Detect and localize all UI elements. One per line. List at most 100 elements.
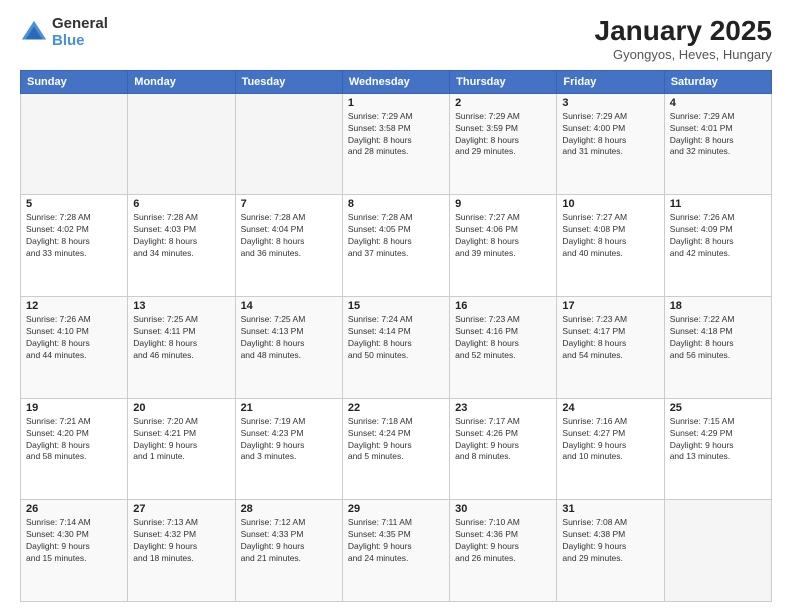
day-info: Sunrise: 7:29 AM Sunset: 4:01 PM Dayligh… [670,111,766,159]
table-row: 5Sunrise: 7:28 AM Sunset: 4:02 PM Daylig… [21,195,128,297]
day-info: Sunrise: 7:10 AM Sunset: 4:36 PM Dayligh… [455,517,551,565]
day-number: 26 [26,503,122,515]
col-wednesday: Wednesday [342,70,449,93]
day-info: Sunrise: 7:28 AM Sunset: 4:03 PM Dayligh… [133,212,229,260]
day-info: Sunrise: 7:28 AM Sunset: 4:05 PM Dayligh… [348,212,444,260]
day-info: Sunrise: 7:25 AM Sunset: 4:13 PM Dayligh… [241,314,337,362]
main-title: January 2025 [595,16,772,47]
table-row: 23 Sunrise: 7:17 AM Sunset: 4:26 PM Dayli… [450,398,557,500]
day-info: Sunrise: 7:20 AM Sunset: 4:21 PM Dayligh… [133,416,229,464]
day-number: 30 [455,503,551,515]
table-row [21,93,128,195]
day-number: 9 [455,198,551,210]
calendar-week-row: 26 Sunrise: 7:14 AM Sunset: 4:30 PM Dayli… [21,500,772,602]
table-row: 2 Sunrise: 7:29 AM Sunset: 3:59 PM Daylig… [450,93,557,195]
day-number: 19 [26,402,122,414]
day-info: Sunrise: 7:29 AM Sunset: 4:00 PM Dayligh… [562,111,658,159]
table-row: 29 Sunrise: 7:11 AM Sunset: 4:35 PM Dayli… [342,500,449,602]
title-block: January 2025 Gyongyos, Heves, Hungary [595,16,772,62]
day-info: Sunrise: 7:29 AM Sunset: 3:59 PM Dayligh… [455,111,551,159]
day-info: Sunrise: 7:22 AM Sunset: 4:18 PM Dayligh… [670,314,766,362]
day-number: 14 [241,300,337,312]
day-number: 10 [562,198,658,210]
col-saturday: Saturday [664,70,771,93]
day-info: Sunrise: 7:24 AM Sunset: 4:14 PM Dayligh… [348,314,444,362]
table-row: 9 Sunrise: 7:27 AM Sunset: 4:06 PM Daylig… [450,195,557,297]
day-info: Sunrise: 7:27 AM Sunset: 4:06 PM Dayligh… [455,212,551,260]
day-number: 4 [670,97,766,109]
subtitle: Gyongyos, Heves, Hungary [595,47,772,62]
day-number: 31 [562,503,658,515]
calendar-header-row: Sunday Monday Tuesday Wednesday Thursday… [21,70,772,93]
col-tuesday: Tuesday [235,70,342,93]
day-number: 25 [670,402,766,414]
table-row [664,500,771,602]
col-thursday: Thursday [450,70,557,93]
logo-blue-text: Blue [52,33,108,50]
day-number: 23 [455,402,551,414]
table-row: 21Sunrise: 7:19 AM Sunset: 4:23 PM Dayli… [235,398,342,500]
table-row: 30 Sunrise: 7:10 AM Sunset: 4:36 PM Dayli… [450,500,557,602]
day-info: Sunrise: 7:26 AM Sunset: 4:09 PM Dayligh… [670,212,766,260]
day-number: 12 [26,300,122,312]
day-number: 15 [348,300,444,312]
calendar-week-row: 1Sunrise: 7:29 AM Sunset: 3:58 PM Daylig… [21,93,772,195]
day-number: 24 [562,402,658,414]
day-info: Sunrise: 7:19 AM Sunset: 4:23 PM Dayligh… [241,416,337,464]
day-info: Sunrise: 7:11 AM Sunset: 4:35 PM Dayligh… [348,517,444,565]
col-sunday: Sunday [21,70,128,93]
day-info: Sunrise: 7:17 AM Sunset: 4:26 PM Dayligh… [455,416,551,464]
day-info: Sunrise: 7:27 AM Sunset: 4:08 PM Dayligh… [562,212,658,260]
col-monday: Monday [128,70,235,93]
table-row: 7 Sunrise: 7:28 AM Sunset: 4:04 PM Daylig… [235,195,342,297]
day-number: 6 [133,198,229,210]
table-row: 15 Sunrise: 7:24 AM Sunset: 4:14 PM Dayli… [342,297,449,399]
table-row: 31 Sunrise: 7:08 AM Sunset: 4:38 PM Dayli… [557,500,664,602]
table-row: 6 Sunrise: 7:28 AM Sunset: 4:03 PM Daylig… [128,195,235,297]
day-number: 7 [241,198,337,210]
col-friday: Friday [557,70,664,93]
day-info: Sunrise: 7:23 AM Sunset: 4:17 PM Dayligh… [562,314,658,362]
table-row: 1Sunrise: 7:29 AM Sunset: 3:58 PM Daylig… [342,93,449,195]
logo-general-text: General [52,16,108,33]
table-row: 19Sunrise: 7:21 AM Sunset: 4:20 PM Dayli… [21,398,128,500]
day-info: Sunrise: 7:12 AM Sunset: 4:33 PM Dayligh… [241,517,337,565]
table-row: 14 Sunrise: 7:25 AM Sunset: 4:13 PM Dayli… [235,297,342,399]
day-info: Sunrise: 7:16 AM Sunset: 4:27 PM Dayligh… [562,416,658,464]
day-info: Sunrise: 7:08 AM Sunset: 4:38 PM Dayligh… [562,517,658,565]
header: General Blue January 2025 Gyongyos, Heve… [20,16,772,62]
table-row: 26 Sunrise: 7:14 AM Sunset: 4:30 PM Dayli… [21,500,128,602]
day-info: Sunrise: 7:23 AM Sunset: 4:16 PM Dayligh… [455,314,551,362]
table-row: 12Sunrise: 7:26 AM Sunset: 4:10 PM Dayli… [21,297,128,399]
calendar-week-row: 5Sunrise: 7:28 AM Sunset: 4:02 PM Daylig… [21,195,772,297]
table-row: 18 Sunrise: 7:22 AM Sunset: 4:18 PM Dayli… [664,297,771,399]
day-info: Sunrise: 7:29 AM Sunset: 3:58 PM Dayligh… [348,111,444,159]
day-number: 8 [348,198,444,210]
logo: General Blue [20,16,108,49]
table-row: 10 Sunrise: 7:27 AM Sunset: 4:08 PM Dayli… [557,195,664,297]
logo-icon [20,19,48,47]
day-number: 18 [670,300,766,312]
day-info: Sunrise: 7:14 AM Sunset: 4:30 PM Dayligh… [26,517,122,565]
day-number: 22 [348,402,444,414]
table-row: 25Sunrise: 7:15 AM Sunset: 4:29 PM Dayli… [664,398,771,500]
day-number: 11 [670,198,766,210]
day-number: 2 [455,97,551,109]
table-row [235,93,342,195]
page: General Blue January 2025 Gyongyos, Heve… [0,0,792,612]
day-info: Sunrise: 7:28 AM Sunset: 4:04 PM Dayligh… [241,212,337,260]
day-number: 3 [562,97,658,109]
table-row [128,93,235,195]
table-row: 24 Sunrise: 7:16 AM Sunset: 4:27 PM Dayli… [557,398,664,500]
day-info: Sunrise: 7:25 AM Sunset: 4:11 PM Dayligh… [133,314,229,362]
logo-text: General Blue [52,16,108,49]
day-number: 29 [348,503,444,515]
day-info: Sunrise: 7:18 AM Sunset: 4:24 PM Dayligh… [348,416,444,464]
table-row: 28 Sunrise: 7:12 AM Sunset: 4:33 PM Dayli… [235,500,342,602]
day-number: 13 [133,300,229,312]
day-number: 28 [241,503,337,515]
table-row: 22 Sunrise: 7:18 AM Sunset: 4:24 PM Dayli… [342,398,449,500]
table-row: 11 Sunrise: 7:26 AM Sunset: 4:09 PM Dayli… [664,195,771,297]
day-number: 27 [133,503,229,515]
calendar-week-row: 12Sunrise: 7:26 AM Sunset: 4:10 PM Dayli… [21,297,772,399]
